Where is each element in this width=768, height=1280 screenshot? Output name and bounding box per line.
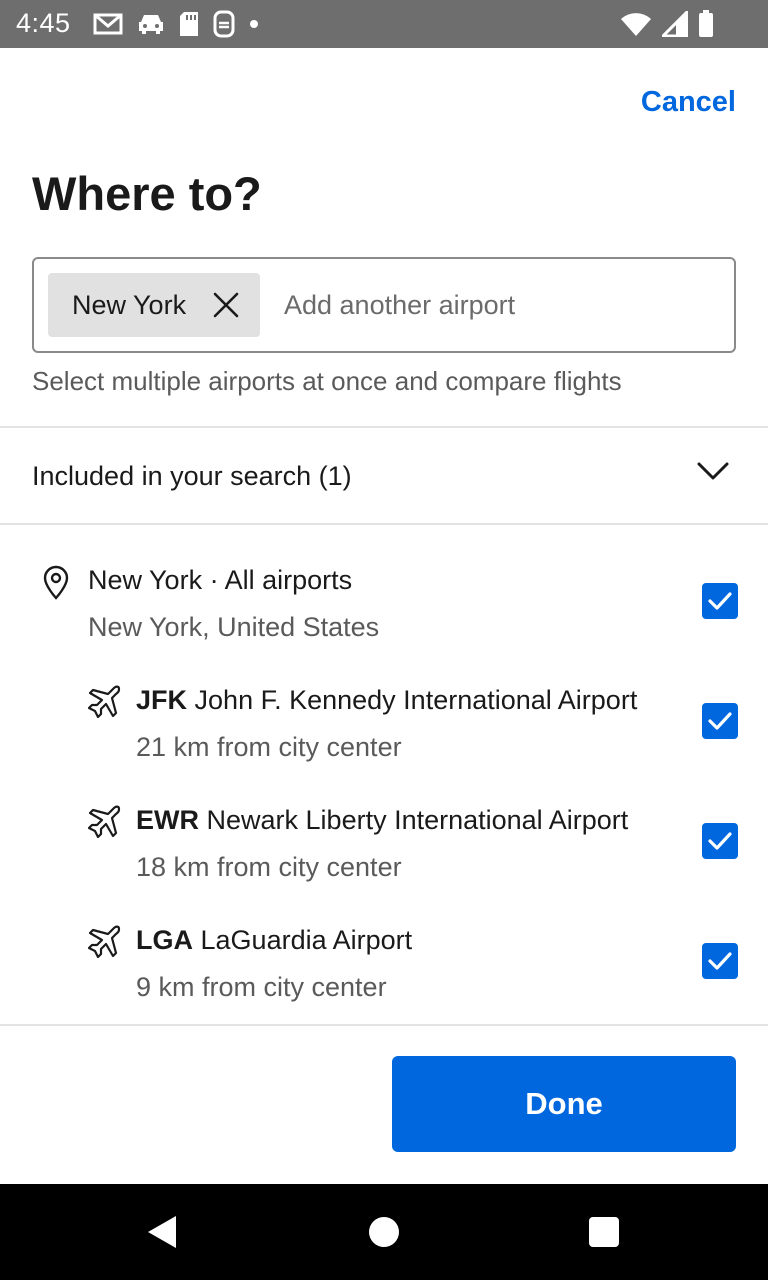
battery-icon xyxy=(699,10,713,37)
status-time: 4:45 xyxy=(16,8,71,38)
cancel-button[interactable]: Cancel xyxy=(641,86,736,119)
result-title: LGA LaGuardia Airport xyxy=(136,925,412,956)
sd-card-icon xyxy=(180,12,198,36)
done-button[interactable]: Done xyxy=(392,1056,736,1152)
sync-icon xyxy=(213,10,235,38)
checkmark-icon xyxy=(708,592,732,610)
status-bar: 4:45 xyxy=(0,0,768,48)
list-item[interactable]: JFK John F. Kennedy International Airpor… xyxy=(0,680,768,780)
result-title: New York · All airports xyxy=(88,565,353,595)
airport-name: John F. Kennedy International Airport xyxy=(194,685,638,715)
back-icon[interactable] xyxy=(146,1215,178,1249)
close-icon[interactable] xyxy=(210,289,242,321)
checkbox[interactable] xyxy=(702,943,738,979)
list-item[interactable]: New York · All airports New York, United… xyxy=(0,560,768,660)
airplane-icon xyxy=(87,925,121,959)
gmail-icon xyxy=(93,13,123,35)
checkmark-icon xyxy=(708,952,732,970)
result-subtitle: New York, United States xyxy=(88,612,380,642)
result-subtitle: 21 km from city center xyxy=(136,732,402,762)
included-label: Included in your search (1) xyxy=(32,461,352,491)
airport-chip[interactable]: New York xyxy=(48,273,260,337)
airport-code: LGA xyxy=(136,925,193,955)
helper-text: Select multiple airports at once and com… xyxy=(32,366,622,396)
dot-icon xyxy=(250,20,258,28)
checkbox[interactable] xyxy=(702,823,738,859)
checkbox[interactable] xyxy=(702,703,738,739)
list-item[interactable]: EWR Newark Liberty International Airport… xyxy=(0,800,768,900)
chip-label: New York xyxy=(72,289,187,320)
signal-icon xyxy=(662,11,688,37)
car-icon xyxy=(139,15,163,34)
divider xyxy=(0,523,768,525)
airport-search-field[interactable]: New York xyxy=(32,257,736,353)
airplane-icon xyxy=(87,805,121,839)
recents-icon[interactable] xyxy=(589,1217,619,1247)
checkmark-icon xyxy=(708,832,732,850)
navigation-bar xyxy=(0,1184,768,1280)
divider xyxy=(0,1024,768,1026)
airport-name: Newark Liberty International Airport xyxy=(206,805,629,835)
result-title: EWR Newark Liberty International Airport xyxy=(136,805,628,836)
airport-code: EWR xyxy=(136,805,199,835)
list-item[interactable]: LGA LaGuardia Airport 9 km from city cen… xyxy=(0,920,768,1020)
airport-code: JFK xyxy=(136,685,188,715)
add-airport-input[interactable] xyxy=(284,285,714,325)
notification-icons xyxy=(92,10,260,38)
system-icons xyxy=(620,10,714,38)
result-subtitle: 18 km from city center xyxy=(136,852,402,882)
airplane-icon xyxy=(87,685,121,719)
home-icon[interactable] xyxy=(369,1217,399,1247)
checkbox[interactable] xyxy=(702,583,738,619)
result-title: JFK John F. Kennedy International Airpor… xyxy=(136,685,637,716)
airport-name: LaGuardia Airport xyxy=(200,925,413,955)
location-pin-icon xyxy=(43,565,69,600)
result-subtitle: 9 km from city center xyxy=(136,972,387,1002)
wifi-icon xyxy=(621,13,651,37)
checkmark-icon xyxy=(708,712,732,730)
chevron-down-icon xyxy=(697,462,729,480)
included-in-search-toggle[interactable]: Included in your search (1) xyxy=(0,428,768,523)
page-title: Where to? xyxy=(32,167,262,220)
